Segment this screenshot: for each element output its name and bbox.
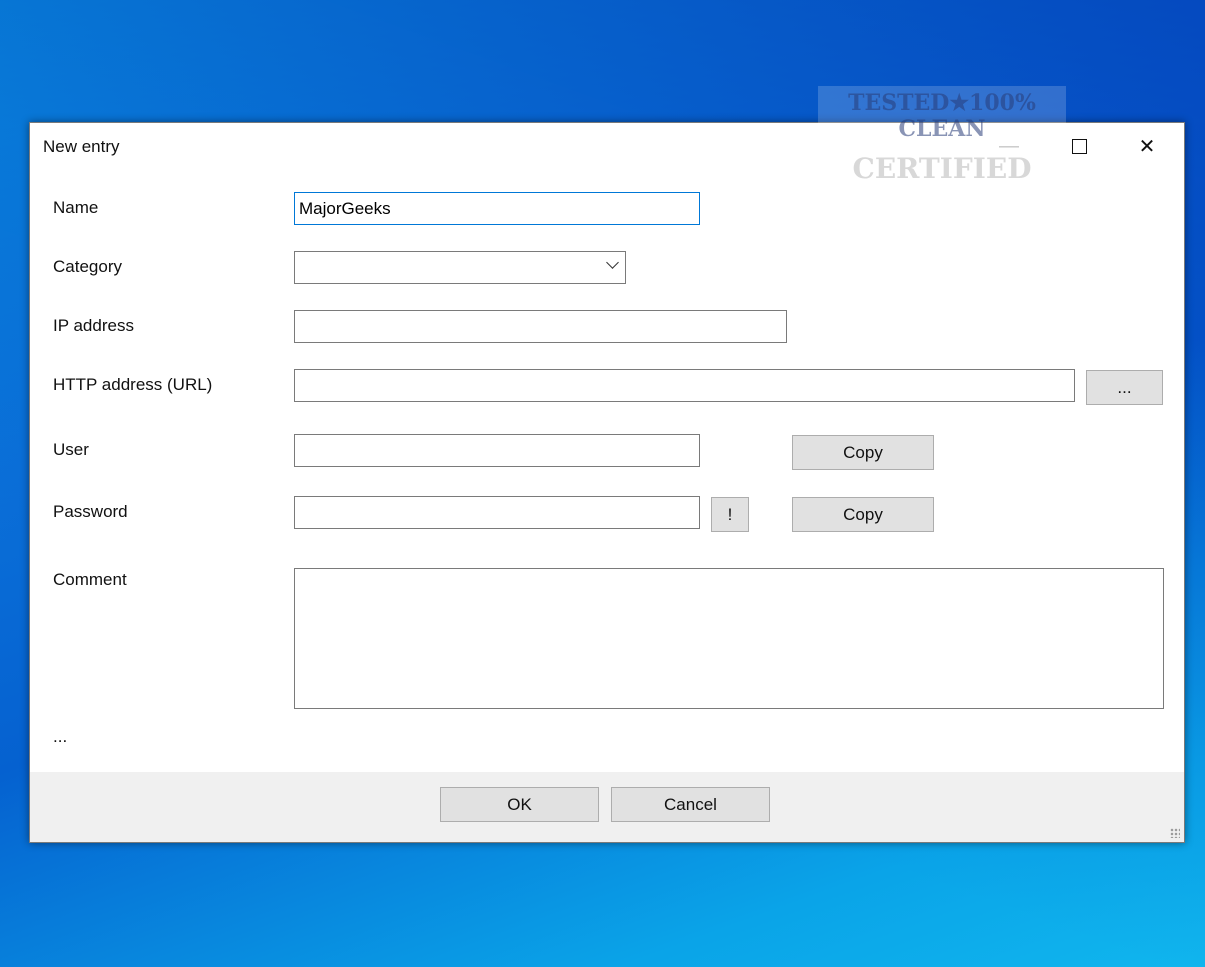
watermark-line2: CERTIFIED xyxy=(852,152,1032,185)
resize-grip-icon[interactable] xyxy=(1170,828,1180,838)
user-input[interactable] xyxy=(294,434,700,467)
window-title: New entry xyxy=(43,137,120,156)
majorgeeks-watermark: TESTED★100% CLEAN CERTIFIED MAJORGEEKS ★… xyxy=(818,86,1066,234)
ok-button[interactable]: OK xyxy=(440,787,599,822)
more-indicator: ... xyxy=(53,727,68,746)
ip-label: IP address xyxy=(53,316,134,335)
maximize-icon xyxy=(1071,138,1087,154)
url-input[interactable] xyxy=(294,369,1075,402)
password-label: Password xyxy=(53,502,128,521)
watermark-line4: ★★★★★★ .COM xyxy=(880,218,1004,234)
name-input[interactable] xyxy=(294,192,700,225)
close-button[interactable]: ✕ xyxy=(1124,131,1170,161)
dialog-footer: OK Cancel xyxy=(30,772,1184,842)
comment-label: Comment xyxy=(53,570,127,589)
ip-input[interactable] xyxy=(294,310,787,343)
category-select[interactable] xyxy=(294,251,626,284)
copy-user-button[interactable]: Copy xyxy=(792,435,934,470)
cancel-button[interactable]: Cancel xyxy=(611,787,770,822)
watermark-line3: MAJORGEEKS xyxy=(829,185,1055,218)
url-label: HTTP address (URL) xyxy=(53,375,213,394)
show-password-button[interactable]: ! xyxy=(711,497,749,532)
copy-password-button[interactable]: Copy xyxy=(792,497,934,532)
browse-url-button[interactable]: ... xyxy=(1086,370,1163,405)
chevron-down-icon xyxy=(606,256,619,269)
name-label: Name xyxy=(53,198,99,217)
password-input[interactable] xyxy=(294,496,700,529)
user-label: User xyxy=(53,440,89,459)
watermark-line1: TESTED★100% CLEAN xyxy=(848,90,1036,142)
comment-textarea[interactable] xyxy=(294,568,1164,709)
category-label: Category xyxy=(53,257,122,276)
